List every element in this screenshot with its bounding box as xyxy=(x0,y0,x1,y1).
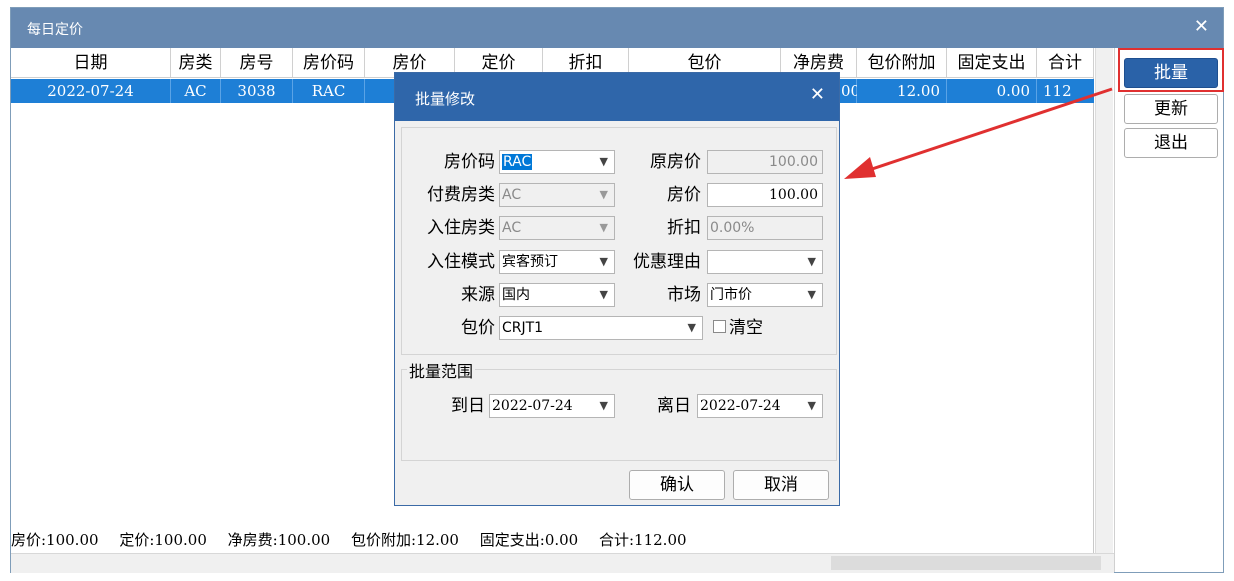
column-header-fixed-expense[interactable]: 固定支出 xyxy=(947,48,1037,78)
chevron-down-icon: ▼ xyxy=(599,255,608,268)
batch-range-label: 批量范围 xyxy=(407,358,476,382)
pay-type-value: AC xyxy=(502,187,522,203)
reason-label: 优惠理由 xyxy=(633,252,701,272)
summary-package-extra: 包价附加:12.00 xyxy=(350,531,459,549)
scrollbar-thumb[interactable] xyxy=(831,556,1101,570)
summary-fixed-expense: 固定支出:0.00 xyxy=(479,531,579,549)
summary-total: 合计:112.00 xyxy=(599,531,687,549)
summary-room-price: 房价:100.00 xyxy=(11,531,99,549)
checkin-type-value: AC xyxy=(502,220,522,236)
package-value: CRJT1 xyxy=(502,320,544,336)
depart-date-picker[interactable]: 2022-07-24 ▼ xyxy=(697,394,823,418)
rate-code-select[interactable]: RAC ▼ xyxy=(499,150,615,174)
source-value: 国内 xyxy=(502,287,530,303)
source-select[interactable]: 国内 ▼ xyxy=(499,283,615,307)
column-header-package-extra[interactable]: 包价附加 xyxy=(857,48,947,78)
rate-code-value: RAC xyxy=(502,154,533,170)
title-bar: 每日定价 ✕ xyxy=(11,8,1223,48)
arrive-label: 到日 xyxy=(451,396,485,416)
close-icon[interactable]: ✕ xyxy=(1194,16,1209,37)
chevron-down-icon: ▼ xyxy=(599,155,608,168)
batch-edit-dialog: 批量修改 ✕ 房价码 RAC ▼ 原房价 100.00 付费房类 AC ▼ 房价… xyxy=(394,72,840,506)
orig-price-label: 原房价 xyxy=(650,152,701,172)
chevron-down-icon: ▼ xyxy=(599,399,608,412)
cancel-button[interactable]: 取消 xyxy=(733,470,829,500)
column-header-rate-code[interactable]: 房价码 xyxy=(293,48,365,78)
checkin-type-select: AC ▼ xyxy=(499,216,615,240)
cell-room-no[interactable]: 3038 xyxy=(221,79,293,103)
rate-code-label: 房价码 xyxy=(444,152,495,172)
summary-fixed-price: 定价:100.00 xyxy=(119,531,207,549)
mode-value: 宾客预订 xyxy=(502,254,558,270)
chevron-down-icon: ▼ xyxy=(807,288,816,301)
mode-label: 入住模式 xyxy=(427,252,495,272)
horizontal-scrollbar[interactable] xyxy=(11,553,1114,573)
highlight-box xyxy=(1118,48,1224,92)
depart-date-value: 2022-07-24 xyxy=(700,398,781,414)
clear-checkbox[interactable] xyxy=(713,320,726,333)
market-value: 门市价 xyxy=(710,287,752,303)
column-header-total[interactable]: 合计 xyxy=(1037,48,1094,78)
column-header-room-type[interactable]: 房类 xyxy=(171,48,221,78)
chevron-down-icon: ▼ xyxy=(807,255,816,268)
depart-label: 离日 xyxy=(657,396,691,416)
mode-select[interactable]: 宾客预订 ▼ xyxy=(499,250,615,274)
pay-type-select: AC ▼ xyxy=(499,183,615,207)
summary-bar: 房价:100.00 定价:100.00 净房费:100.00 包价附加:12.0… xyxy=(11,528,811,552)
market-select[interactable]: 门市价 ▼ xyxy=(707,283,823,307)
chevron-down-icon: ▼ xyxy=(599,188,608,201)
pay-type-label: 付费房类 xyxy=(427,185,495,205)
price-input[interactable]: 100.00 xyxy=(707,183,823,207)
orig-price-field: 100.00 xyxy=(707,150,823,174)
annotation-arrow-icon xyxy=(844,87,1113,179)
dialog-title: 批量修改 xyxy=(415,90,476,108)
cell-room-type[interactable]: AC xyxy=(171,79,221,103)
checkin-type-label: 入住房类 xyxy=(427,218,495,238)
chevron-down-icon: ▼ xyxy=(687,321,696,334)
window-title: 每日定价 xyxy=(27,22,83,38)
package-label: 包价 xyxy=(461,318,495,338)
exit-button[interactable]: 退出 xyxy=(1124,128,1218,158)
cell-rate-code[interactable]: RAC xyxy=(293,79,365,103)
source-label: 来源 xyxy=(461,285,495,305)
package-select[interactable]: CRJT1 ▼ xyxy=(499,316,703,340)
clear-label: 清空 xyxy=(729,318,763,338)
update-button[interactable]: 更新 xyxy=(1124,94,1218,124)
dialog-title-bar: 批量修改 ✕ xyxy=(395,73,839,121)
column-header-room-no[interactable]: 房号 xyxy=(221,48,293,78)
price-label: 房价 xyxy=(667,185,701,205)
column-header-date[interactable]: 日期 xyxy=(11,48,171,78)
reason-select[interactable]: ▼ xyxy=(707,250,823,274)
chevron-down-icon: ▼ xyxy=(599,288,608,301)
arrive-date-picker[interactable]: 2022-07-24 ▼ xyxy=(489,394,615,418)
discount-field: 0.00% xyxy=(707,216,823,240)
side-panel: 批量 更新 退出 xyxy=(1114,48,1223,572)
chevron-down-icon: ▼ xyxy=(807,399,816,412)
arrive-date-value: 2022-07-24 xyxy=(492,398,573,414)
chevron-down-icon: ▼ xyxy=(599,221,608,234)
dialog-close-icon[interactable]: ✕ xyxy=(810,84,825,105)
market-label: 市场 xyxy=(667,285,701,305)
discount-label: 折扣 xyxy=(667,218,701,238)
cell-date[interactable]: 2022-07-24 xyxy=(11,79,171,103)
summary-net-fee: 净房费:100.00 xyxy=(227,531,331,549)
confirm-button[interactable]: 确认 xyxy=(629,470,725,500)
